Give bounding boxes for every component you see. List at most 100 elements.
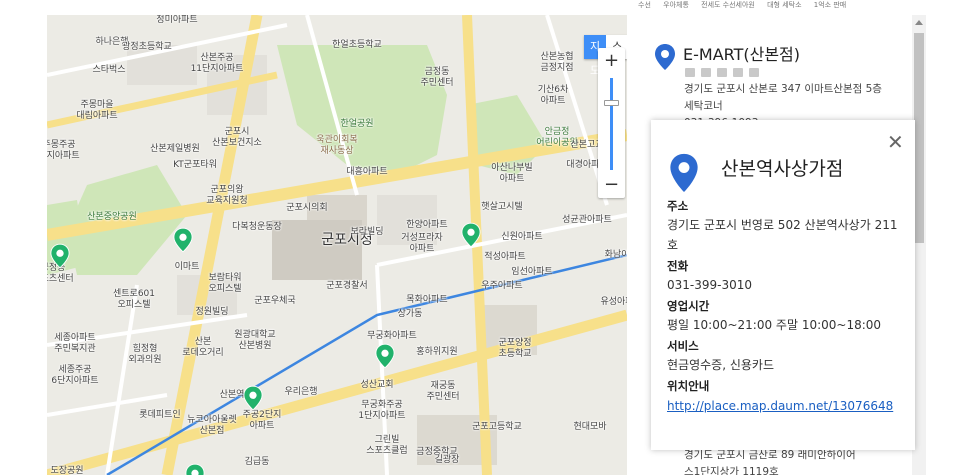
map-place-label: 군포양정 초등학교 (498, 338, 532, 359)
service-icon (717, 68, 727, 77)
map-pin-icon (243, 385, 263, 411)
map-place-label: 뉴코아아울렛 산본점 (187, 415, 237, 436)
map-place-label: 주몽마을 대림아파트 (76, 100, 118, 121)
map-place-label: 산본중앙공원 (87, 212, 137, 222)
map-place-label: 광정초등학교 (122, 42, 172, 52)
legend-strip: 수선 우아체통 전세도 수선세아원 대형 세탁소 1억소 판매 (638, 0, 966, 12)
map-pin-icon (173, 227, 193, 253)
location-pin-icon (670, 153, 698, 193)
store-map-pin[interactable] (461, 222, 481, 248)
store-map-pin[interactable] (173, 227, 193, 253)
store-map-pin[interactable] (375, 343, 395, 369)
map-place-label: 보라빌딩 (350, 227, 384, 237)
map-place-label: 홍하위지원 (416, 347, 458, 357)
map-place-label: 정미아파트 (156, 15, 198, 25)
map-place-label: 기산6차 아파트 (537, 85, 569, 106)
map-place-label: 군포시의회 (286, 203, 328, 213)
service-icons (685, 68, 759, 77)
service-icon (685, 68, 695, 77)
map-place-label: 원광대학교 산본병원 (234, 330, 276, 351)
store-name: E-MART(산본점) (683, 45, 801, 64)
phone-label: 전화 (667, 259, 689, 273)
zoom-control: + − (598, 48, 625, 198)
store-phone-text: 스1단지상가 1119호 (684, 466, 779, 475)
map-place-label: 길광장 (434, 455, 460, 465)
map-place-label: 우리은행 (284, 387, 318, 397)
popup-service-section: 서비스 현금영수증, 신용카드 (667, 338, 907, 375)
map-place-label: 적성아파트 (484, 252, 526, 262)
legend-item: 1억소 판매 (813, 1, 847, 9)
map-place-label: 욱관이회복 재사동상 (316, 135, 358, 156)
map-pin-icon (185, 463, 205, 475)
map-place-label: 산본주공 11단지아파트 (190, 53, 244, 74)
map-place-label: 정원빌딩 (195, 307, 229, 317)
map-place-label: 목화아파트 (406, 295, 448, 305)
map-place-label: 햇살고시텔 (481, 202, 523, 212)
zoom-slider-track[interactable] (610, 78, 613, 170)
popup-hours-section: 영업시간 평일 10:00~21:00 주말 10:00~18:00 (667, 298, 907, 335)
store-map-pin[interactable] (185, 463, 205, 475)
legend-item: 대형 세탁소 (767, 1, 802, 9)
service-icon (701, 68, 711, 77)
store-address: 경기도 군포시 금산로 89 래미안하이어 스1단지상가 1119호 (684, 447, 884, 475)
store-locator-page: 정미아파트 하나은행 광정초등학교 스타벅스 산본주공 11단지아파트 주몽마을 대림아파트 군… (0, 0, 966, 475)
map-place-label: 김급동 (244, 457, 270, 467)
map-place-label: 도장공원 (50, 466, 84, 475)
map-pin-icon (461, 222, 481, 248)
map-place-label: 성균관아파트 (562, 215, 612, 225)
map-place-label: 주몽주공단지아파트 (47, 140, 80, 161)
zoom-in-button[interactable]: + (598, 48, 625, 74)
phone-value: 031-399-3010 (667, 278, 753, 292)
map-place-label: 산본 로데오거리 (182, 337, 224, 358)
zoom-out-button[interactable]: − (598, 172, 625, 198)
map-place-label: 우주아파트 (481, 281, 523, 291)
map-view[interactable]: 정미아파트 하나은행 광정초등학교 스타벅스 산본주공 11단지아파트 주몽마을 대림아파트 군… (47, 15, 627, 475)
zoom-slider-handle[interactable] (604, 100, 619, 106)
store-map-pin[interactable] (50, 243, 70, 269)
map-place-label: 대흥아파트 (346, 167, 388, 177)
map-pin-icon (50, 243, 70, 269)
address-label: 주소 (667, 199, 689, 213)
map-place-label: 군포우체국 (254, 296, 296, 306)
map-place-label: 다복청운동장 (232, 222, 282, 232)
map-place-label: 군포시 산본보건지소 (212, 127, 262, 148)
close-icon[interactable]: ✕ (887, 132, 904, 152)
map-place-label: 한양아파트 (406, 220, 448, 230)
map-place-label: 유성아파 (600, 297, 627, 307)
map-place-label: 세종아파트 주민복지관 (54, 333, 96, 354)
hours-label: 영업시간 (667, 299, 710, 313)
map-place-label: 군포경찰서 (326, 281, 368, 291)
store-map-pin[interactable] (243, 385, 263, 411)
map-place-label: 한얼공원 (340, 119, 374, 129)
map-place-label: 거성프라자 아파트 (401, 233, 443, 254)
map-place-label: 신원아파트 (501, 232, 543, 242)
service-icon (749, 68, 759, 77)
map-place-label: 롯데피트인 (139, 410, 181, 420)
map-place-label: 성산교회 (360, 380, 394, 390)
map-place-label: 임선아파트 (511, 267, 553, 277)
legend-item: 우아체통 (663, 1, 689, 9)
popup-address-section: 주소 경기도 군포시 번영로 502 산본역사상가 211호 (667, 198, 907, 255)
map-place-label: 무궁화주공 1단지아파트 (358, 400, 406, 421)
map-place-label: 스타벅스 (92, 65, 126, 75)
scrollbar-thumb[interactable] (914, 33, 924, 243)
map-place-label: 힘정형 외과의원 (128, 344, 162, 365)
service-value: 현금영수증, 신용카드 (667, 358, 774, 372)
service-icon (733, 68, 743, 77)
map-place-label: 아산나부빌 아파트 (491, 163, 533, 184)
map-place-label: KT군포타워 (173, 160, 217, 170)
map-place-label: 이마트 (174, 262, 200, 272)
map-place-label: 산본농협 금정지점 (540, 52, 574, 73)
map-pin-icon (375, 343, 395, 369)
location-link[interactable]: http://place.map.daum.net/13076648 (667, 399, 893, 413)
map-place-label: 산본역 (219, 390, 245, 400)
map-place-label: 한얼초등학교 (332, 40, 382, 50)
map-place-label: 화남이 (604, 250, 627, 260)
map-place-label: 군포의왕 교육지원청 (206, 185, 248, 206)
popup-title: 산본역사상가점 (721, 158, 844, 180)
map-place-label: 주공2단지 아파트 (242, 410, 282, 431)
scroll-up-arrow[interactable] (915, 20, 923, 25)
location-pin-icon (655, 44, 675, 70)
service-label: 서비스 (667, 339, 699, 353)
map-place-label: 상가동 (397, 309, 423, 319)
